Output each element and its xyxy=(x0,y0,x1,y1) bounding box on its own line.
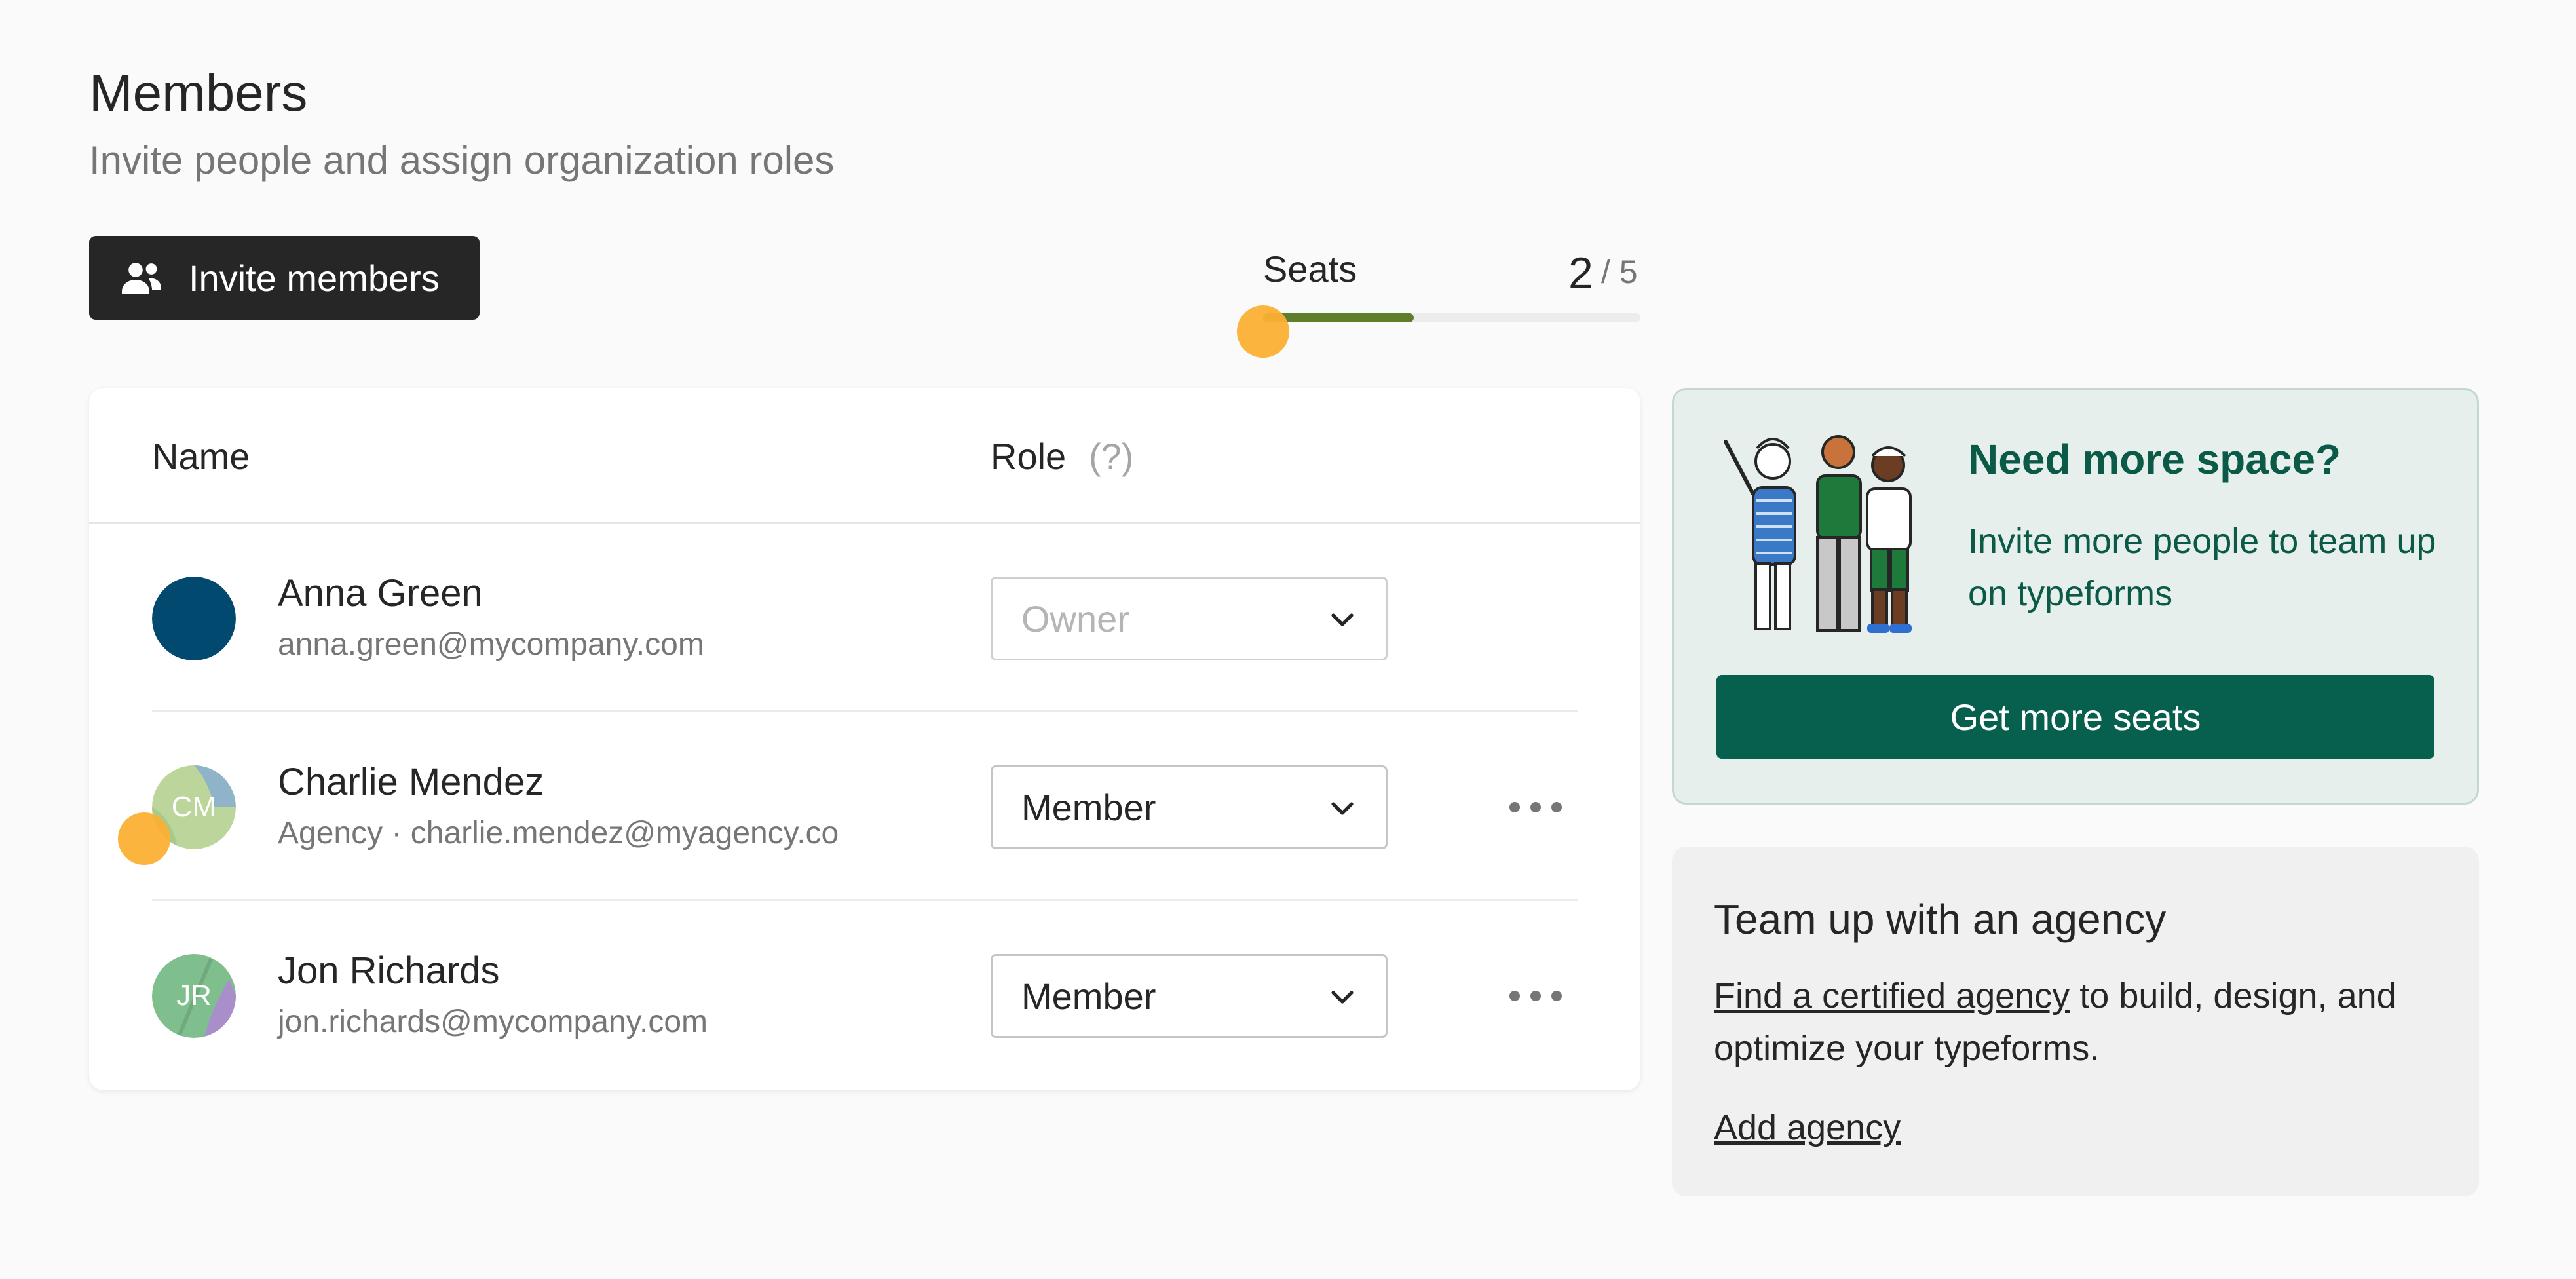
member-name: Charlie Mendez xyxy=(278,761,544,803)
seats-total: / 5 xyxy=(1601,254,1638,290)
agency-description: Find a certified agency to build, design… xyxy=(1714,970,2448,1075)
column-header-name: Name xyxy=(152,436,250,477)
column-header-role: Role xyxy=(991,436,1067,477)
page-subtitle: Invite people and assign organization ro… xyxy=(89,138,835,182)
role-help-icon[interactable]: (?) xyxy=(1089,435,1133,478)
avatar xyxy=(152,577,236,660)
people-add-icon xyxy=(122,263,161,294)
three-people-illustration xyxy=(1724,435,1912,633)
more-options-button[interactable] xyxy=(1509,983,1562,1009)
role-select-value: Owner xyxy=(1021,598,1129,640)
member-email: jon.richards@mycompany.com xyxy=(278,1004,708,1039)
row-divider xyxy=(152,710,1578,712)
promo-title: Need more space? xyxy=(1968,436,2341,483)
role-select: Owner xyxy=(991,577,1388,660)
page-title: Members xyxy=(89,64,308,122)
more-options-button[interactable] xyxy=(1509,794,1562,820)
member-email: Agency · charlie.mendez@myagency.co xyxy=(278,816,839,850)
header-divider xyxy=(89,522,1640,524)
get-more-seats-button[interactable]: Get more seats xyxy=(1716,675,2434,759)
chevron-down-icon xyxy=(1331,802,1354,815)
promo-text: Invite more people to team up on typefor… xyxy=(1968,522,2436,613)
avatar-initials: JR xyxy=(176,980,212,1012)
more-horizontal-icon xyxy=(1509,991,1520,1001)
find-agency-link[interactable]: Find a certified agency xyxy=(1714,976,2070,1016)
member-email: anna.green@mycompany.com xyxy=(278,627,704,662)
invite-members-label: Invite members xyxy=(189,257,440,299)
chevron-down-icon xyxy=(1331,991,1354,1004)
member-name: Anna Green xyxy=(278,572,483,615)
more-horizontal-icon xyxy=(1509,802,1520,812)
role-select[interactable]: Member xyxy=(991,765,1388,849)
agency-title: Team up with an agency xyxy=(1714,896,2167,943)
role-select-value: Member xyxy=(1021,975,1156,1017)
cursor-indicator xyxy=(1237,305,1289,358)
role-select-value: Member xyxy=(1021,786,1156,828)
cursor-indicator xyxy=(118,812,170,865)
add-agency-link[interactable]: Add agency xyxy=(1714,1107,1901,1148)
role-select[interactable]: Member xyxy=(991,954,1388,1038)
chevron-down-icon xyxy=(1331,613,1354,626)
seats-used: 2 xyxy=(1568,248,1593,298)
seats-label: Seats xyxy=(1263,248,1357,290)
invite-members-button[interactable]: Invite members xyxy=(89,236,480,320)
row-divider xyxy=(152,899,1578,901)
member-name: Jon Richards xyxy=(278,949,500,992)
